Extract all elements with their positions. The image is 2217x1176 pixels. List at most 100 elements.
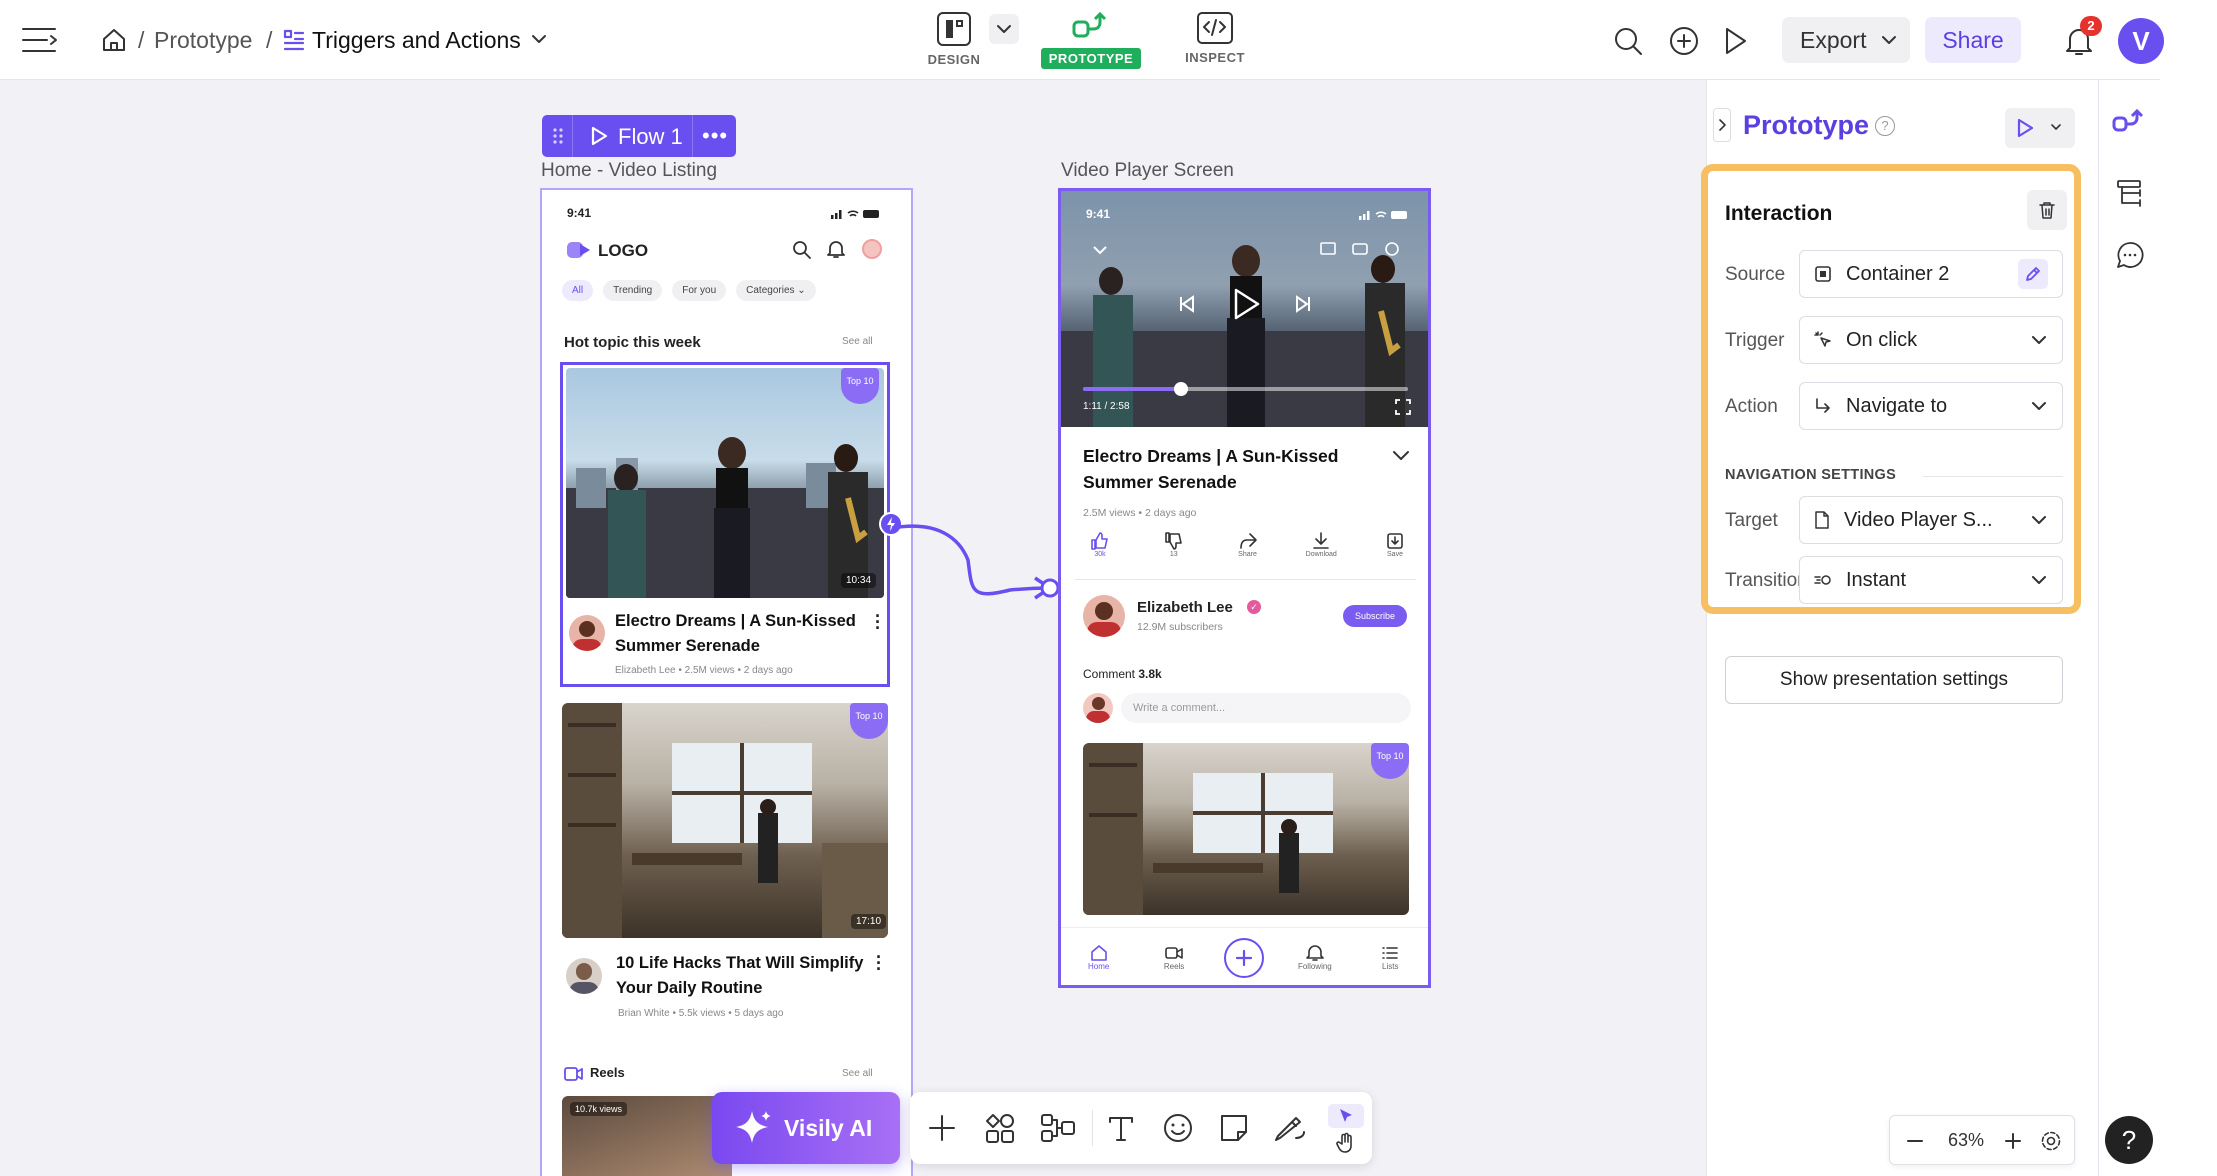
help-button[interactable]: ?	[2105, 1116, 2153, 1164]
dislike-count: 13	[1169, 551, 1178, 558]
nav-create[interactable]	[1224, 937, 1265, 978]
see-all-link[interactable]: See all	[842, 336, 873, 347]
avatar[interactable]	[862, 239, 882, 259]
nav-following[interactable]: Following	[1290, 944, 1340, 971]
nav-reels[interactable]: Reels	[1149, 944, 1199, 971]
pointer-tool[interactable]	[1328, 1104, 1364, 1128]
prototype-rail-icon[interactable]	[2112, 108, 2148, 138]
tab-inspect[interactable]: INSPECT	[1160, 12, 1270, 65]
text-tool-icon[interactable]	[1106, 1112, 1136, 1144]
action-value: Navigate to	[1846, 394, 1948, 417]
menu-icon[interactable]	[20, 24, 58, 56]
search-icon[interactable]	[792, 240, 812, 260]
add-icon[interactable]	[1668, 25, 1700, 57]
subscribe-button[interactable]: Subscribe	[1343, 605, 1407, 627]
chip-all[interactable]: All	[562, 280, 594, 301]
channel-avatar[interactable]	[569, 615, 605, 651]
comment-icon[interactable]	[2115, 240, 2145, 270]
progress-bar[interactable]	[1083, 382, 1408, 396]
bell-icon[interactable]	[827, 239, 845, 259]
source-field[interactable]: Container 2	[1799, 250, 2063, 298]
channel-avatar[interactable]	[566, 958, 602, 994]
nav-home[interactable]: Home	[1074, 944, 1124, 971]
drag-handle-icon[interactable]	[552, 127, 564, 145]
next-video-thumbnail[interactable]	[1083, 743, 1409, 915]
flow-starting-point[interactable]: Flow 1 •••	[542, 115, 736, 157]
more-vertical-icon[interactable]: · · ·	[876, 948, 882, 978]
pen-tool-icon[interactable]	[1272, 1112, 1308, 1144]
dislike-button[interactable]: 13	[1149, 531, 1199, 558]
tab-prototype[interactable]: PROTOTYPE	[1036, 10, 1146, 69]
show-presentation-settings-button[interactable]: Show presentation settings	[1725, 656, 2063, 704]
like-button[interactable]: 30k	[1075, 531, 1125, 558]
frame-video-player[interactable]: 9:41 1:11 / 2:58 Electro Dreams | A Sun-…	[1058, 188, 1431, 988]
comment-input[interactable]: Write a comment...	[1121, 693, 1411, 723]
cast-icon[interactable]	[1319, 241, 1337, 257]
skip-next-icon[interactable]	[1293, 294, 1313, 314]
frame-home-video-listing[interactable]: 9:41 LOGO All Trending For you Categorie…	[540, 188, 913, 1176]
video-thumbnail[interactable]	[562, 703, 888, 938]
sticky-note-icon[interactable]	[1218, 1112, 1250, 1144]
more-options-icon[interactable]: •••	[702, 123, 728, 149]
edit-source-button[interactable]	[2018, 259, 2048, 289]
see-all-link[interactable]: See all	[842, 1068, 873, 1079]
zoom-level[interactable]: 63%	[1948, 1130, 1984, 1151]
visily-ai-button[interactable]: Visily AI	[712, 1092, 900, 1164]
search-icon[interactable]	[1612, 25, 1644, 57]
tab-prototype-label: PROTOTYPE	[1041, 48, 1141, 69]
chevron-down-icon[interactable]	[1391, 449, 1411, 463]
play-icon[interactable]	[1722, 25, 1750, 57]
frame-title-player[interactable]: Video Player Screen	[1061, 160, 1234, 182]
export-button[interactable]: Export	[1782, 17, 1910, 63]
target-select[interactable]: Video Player S...	[1799, 496, 2063, 544]
progress-fill	[1083, 387, 1181, 391]
video-title-line1: Electro Dreams | A Sun-Kissed	[615, 612, 856, 630]
delete-interaction-button[interactable]	[2027, 190, 2067, 230]
breadcrumb-root[interactable]: Prototype	[154, 27, 252, 54]
interaction-connector[interactable]	[880, 500, 1060, 620]
hand-tool-icon[interactable]	[1336, 1132, 1356, 1154]
zoom-in-icon[interactable]	[2002, 1130, 2024, 1152]
flow-diagram-icon[interactable]	[1040, 1112, 1076, 1144]
collapse-panel-button[interactable]	[1713, 108, 1731, 142]
breadcrumb-page[interactable]: Triggers and Actions	[312, 27, 521, 54]
action-select[interactable]: Navigate to	[1799, 382, 2063, 430]
skip-previous-icon[interactable]	[1177, 294, 1197, 314]
share-button[interactable]: Share	[1223, 531, 1273, 558]
chevron-down-icon[interactable]	[530, 32, 548, 46]
trigger-select[interactable]: On click	[1799, 316, 2063, 364]
play-icon	[2017, 118, 2034, 138]
video-card-selected[interactable]: Top 10 10:34 Electro Dreams | A Sun-Kiss…	[560, 362, 890, 687]
avatar[interactable]: V	[2118, 18, 2164, 64]
chip-for-you[interactable]: For you	[672, 280, 727, 301]
progress-knob[interactable]	[1173, 382, 1188, 396]
home-icon[interactable]	[100, 26, 128, 54]
fullscreen-icon[interactable]	[1395, 399, 1411, 415]
chevron-down-icon[interactable]	[1091, 243, 1109, 257]
save-button[interactable]: Save	[1370, 531, 1420, 558]
channel-name[interactable]: Elizabeth Lee	[1137, 599, 1233, 616]
frame-title-home[interactable]: Home - Video Listing	[541, 160, 717, 182]
chip-categories[interactable]: Categories ⌄	[736, 280, 816, 301]
channel-avatar[interactable]	[1083, 595, 1125, 637]
transition-select[interactable]: Instant	[1799, 556, 2063, 604]
settings-icon[interactable]	[2040, 1130, 2062, 1152]
download-button[interactable]: Download	[1296, 531, 1346, 558]
video-thumbnail[interactable]	[566, 368, 884, 598]
chip-trending[interactable]: Trending	[603, 280, 663, 301]
sparkle-icon	[736, 1111, 771, 1143]
components-icon[interactable]	[984, 1112, 1016, 1144]
design-dropdown[interactable]	[989, 14, 1019, 44]
help-icon[interactable]: ?	[1875, 116, 1895, 136]
add-icon[interactable]	[926, 1112, 958, 1144]
top10-badge: Top 10	[1371, 743, 1409, 779]
settings-icon[interactable]	[1383, 241, 1401, 257]
play-icon[interactable]	[1231, 287, 1261, 321]
emoji-icon[interactable]	[1162, 1112, 1194, 1144]
zoom-out-icon[interactable]	[1904, 1130, 1926, 1152]
nav-lists[interactable]: Lists	[1365, 944, 1415, 971]
captions-icon[interactable]	[1351, 241, 1369, 257]
share-button[interactable]: Share	[1925, 17, 2021, 63]
play-prototype-button[interactable]	[2005, 108, 2075, 148]
layers-icon[interactable]	[2115, 178, 2145, 208]
